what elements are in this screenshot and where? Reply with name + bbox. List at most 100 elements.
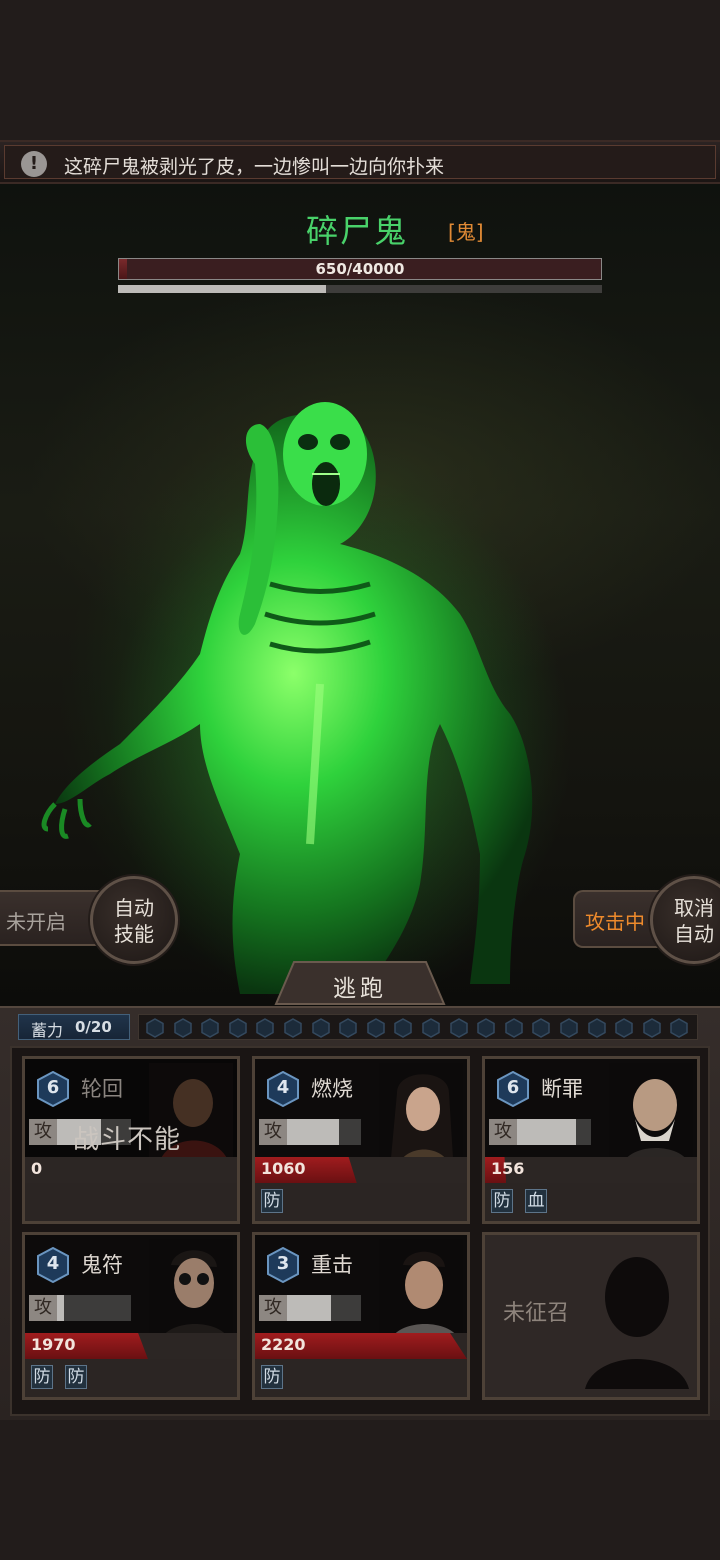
power-slot-hex-icon [670,1018,689,1038]
party-panel: 蓄力 0/20 6 轮回 攻 战斗不能 0 4 燃烧 攻 1060 防 6 断罪… [0,1006,720,1420]
hero-hp-strip: 0 [25,1157,237,1183]
hero-hp-strip: 2220 [255,1333,467,1359]
level-badge: 6 [35,1070,71,1108]
attack-icon: 攻 [29,1119,57,1145]
hero-hp: 156 [491,1159,525,1178]
hero-level: 6 [46,1077,60,1098]
silhouette-icon [585,1257,689,1389]
attack-charge-bar [287,1295,361,1321]
hero-hp: 0 [31,1159,43,1178]
power-slot-hex-icon [311,1018,330,1038]
hero-card[interactable]: 6 轮回 攻 战斗不能 0 [22,1056,240,1224]
hero-skill-name: 断罪 [541,1077,583,1101]
hero-card[interactable]: 6 断罪 攻 156 防 血 [482,1056,700,1224]
power-value: 0/20 [75,1018,112,1036]
hero-skill-name: 重击 [311,1253,353,1277]
hero-buffs: 防 防 [25,1359,237,1397]
boss-type-tag: [鬼] [448,220,484,244]
power-slots [138,1014,698,1040]
level-badge: 4 [265,1070,301,1108]
hero-card[interactable]: 3 重击 攻 2220 防 [252,1232,470,1400]
sunglasses-man-portrait [149,1239,233,1339]
attack-charge-bar [287,1119,361,1145]
hero-level: 3 [276,1253,290,1274]
knocked-out-text: 战斗不能 [73,1125,182,1155]
hero-card[interactable]: 4 燃烧 攻 1060 防 [252,1056,470,1224]
power-meter: 蓄力 0/20 [18,1014,130,1040]
power-slot-hex-icon [146,1018,164,1038]
hero-buffs [25,1183,237,1221]
level-badge: 3 [265,1246,301,1284]
attack-icon: 攻 [259,1295,287,1321]
hero-skill-name: 鬼符 [81,1253,123,1277]
attack-charge-bar [517,1119,591,1145]
hero-skill-name: 燃烧 [311,1077,353,1101]
power-slot-hex-icon [394,1018,413,1038]
defense-buff-badge: 防 [261,1365,283,1389]
auto-skill-status-label: 未开启 [6,910,66,934]
power-slot-hex-icon [587,1018,606,1038]
boss-secondary-fill [118,285,327,293]
attack-icon: 攻 [489,1119,517,1145]
auto-skill-button[interactable]: 自动 技能 [90,876,178,964]
attack-charge-fill [287,1119,339,1145]
hero-hp: 1060 [261,1159,306,1178]
hero-card[interactable]: 4 鬼符 攻 1970 防 防 [22,1232,240,1400]
power-slot-hex-icon [229,1018,247,1038]
hero-buffs: 防 [255,1183,467,1221]
power-slot-hex-icon [256,1018,275,1038]
power-slot-hex-icon [284,1018,302,1038]
power-slot-hex-icon [339,1018,357,1038]
power-slot-hex-icon [532,1018,551,1038]
cancel-auto-label-line1: 取消 [674,896,714,920]
power-slot-hex-icon [367,1018,385,1038]
hero-level: 4 [46,1253,60,1274]
flee-label: 逃跑 [333,976,387,1002]
attack-charge-fill [287,1295,332,1321]
power-slot-hex-icon [505,1018,523,1038]
power-slot-hex-icon [615,1018,633,1038]
level-badge: 4 [35,1246,71,1284]
hero-hp-strip: 156 [485,1157,697,1183]
power-slot-hex-icon [422,1018,440,1038]
attack-icon: 攻 [259,1119,287,1145]
battle-screen: ! 这碎尸鬼被剥光了皮，一边惨叫一边向你扑来 碎尸鬼 [鬼] 650/40000 [0,0,720,1560]
boss-hp-bar: 650/40000 [118,258,602,280]
power-slot-hex-icon [560,1018,578,1038]
power-slot-hex-icon [173,1018,192,1038]
info-icon: ! [21,151,47,177]
defense-buff-badge: 防 [261,1189,283,1213]
notification-bar: ! 这碎尸鬼被剥光了皮，一边惨叫一边向你扑来 [0,140,720,184]
defense-buff-badge: 防 [491,1189,513,1213]
attack-charge-bar [57,1295,131,1321]
attack-icon: 攻 [29,1295,57,1321]
hero-buffs: 防 [255,1359,467,1397]
boss-hp-text: 650/40000 [315,260,405,278]
cancel-auto-label-line2: 自动 [674,922,714,946]
auto-skill-label-line1: 自动 [114,896,154,920]
auto-attack-status-label: 攻击中 [585,910,645,934]
hero-grid: 6 轮回 攻 战斗不能 0 4 燃烧 攻 1060 防 6 断罪 攻 156 防… [10,1046,710,1416]
power-slot-hex-icon [201,1018,219,1038]
hero-hp: 1970 [31,1335,76,1354]
power-slot-hex-icon [477,1018,495,1038]
level-badge: 6 [495,1070,531,1108]
flee-button[interactable]: 逃跑 [274,960,446,1006]
hero-skill-name: 轮回 [81,1077,123,1101]
blood-buff-badge: 血 [525,1189,547,1213]
power-slot-hex-icon [643,1018,661,1038]
attack-charge-fill [57,1295,65,1321]
defense-buff-badge: 防 [65,1365,87,1389]
notification-text: 这碎尸鬼被剥光了皮，一边惨叫一边向你扑来 [64,156,445,178]
girl-portrait [379,1063,463,1163]
empty-slot-label: 未征召 [503,1301,570,1326]
hero-level: 4 [276,1077,290,1098]
hero-buffs: 防 血 [485,1183,697,1221]
boss-name: 碎尸鬼 [306,212,409,250]
auto-skill-label-line2: 技能 [114,922,154,946]
attack-charge-fill [517,1119,577,1145]
empty-hero-slot[interactable]: 未征召 [482,1232,700,1400]
hero-level: 6 [506,1077,520,1098]
young-man-portrait [379,1239,463,1339]
boss-secondary-bar [118,285,602,293]
